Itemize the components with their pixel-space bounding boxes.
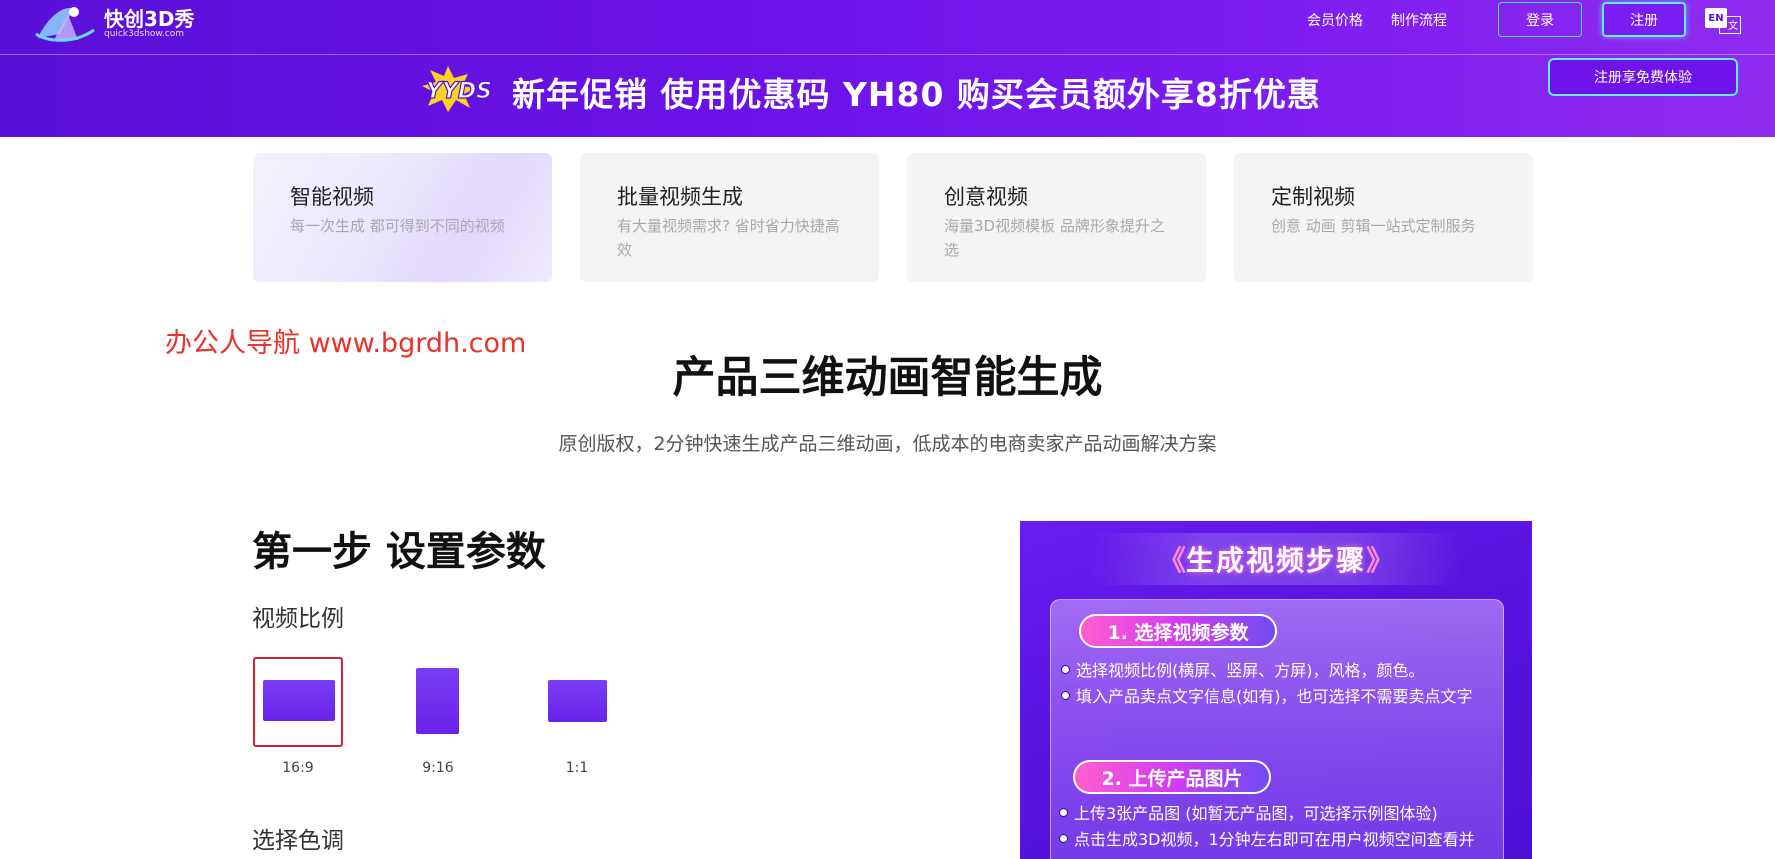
ratio-option-9-16[interactable] [393,657,483,747]
nav-pricing-link[interactable]: 会员价格 [1307,12,1363,30]
page-title: 产品三维动画智能生成 [672,353,1103,403]
bullet-icon [1061,665,1070,674]
card-batch-video[interactable]: 批量视频生成 有大量视频需求? 省时省力快捷高效 [580,153,879,282]
card-custom-video[interactable]: 定制视频 创意 动画 剪辑一站式定制服务 [1234,153,1533,282]
yyds-badge-icon: YYDS [422,66,493,112]
card-title: 定制视频 [1271,185,1355,209]
lang-en-label: EN [1705,8,1727,28]
generation-steps-guide: 《 生成视频步骤 》 1. 选择视频参数 选择视频比例(横屏、竖屏、方屏)，风格… [1020,521,1532,859]
tone-section-label: 选择色调 [252,828,344,854]
logo-icon [35,7,95,42]
card-title: 智能视频 [290,185,374,209]
ratio-label-1-1: 1:1 [565,760,589,776]
ratio-1-1-icon [548,680,607,722]
card-desc: 创意 动画 剪辑一站式定制服务 [1271,217,1476,235]
ratio-section-label: 视频比例 [252,606,344,632]
page-subtitle: 原创版权，2分钟快速生成产品三维动画，低成本的电商卖家产品动画解决方案 [558,433,1217,455]
login-button[interactable]: 登录 [1498,2,1582,37]
language-switch-icon[interactable]: 文 EN [1705,8,1745,34]
ratio-option-1-1[interactable] [532,657,622,747]
guide-title: 生成视频步骤 [1185,544,1366,577]
logo-text: 快创3D秀 [104,7,195,31]
bullet-icon [1059,808,1068,817]
card-title: 批量视频生成 [617,185,743,209]
guide-step2-item-text: 点击生成3D视频，1分钟左右即可在用户视频空间查看并 [1074,830,1475,849]
card-creative-video[interactable]: 创意视频 海量3D视频模板 品牌形象提升之选 [907,153,1206,282]
guide-header: 《 生成视频步骤 》 [1020,533,1532,585]
chevron-right-icon: 》 [1366,544,1395,577]
nav-process-link[interactable]: 制作流程 [1391,12,1447,30]
guide-step1-pill: 1. 选择视频参数 [1079,614,1277,648]
guide-step1-item: 选择视频比例(横屏、竖屏、方屏)，风格，颜色。 [1061,660,1491,682]
ratio-label-16-9: 16:9 [282,760,314,776]
guide-content-panel: 1. 选择视频参数 选择视频比例(横屏、竖屏、方屏)，风格，颜色。 填入产品卖点… [1050,599,1504,859]
logo-subtext: quick3dshow.com [104,29,185,39]
ratio-9-16-icon [416,668,459,734]
logo-text-block: 快创3D秀 quick3dshow.com [104,9,195,39]
register-button[interactable]: 注册 [1602,2,1686,37]
guide-step1-item: 填入产品卖点文字信息(如有)，也可选择不需要卖点文字 [1061,686,1483,708]
card-smart-video[interactable]: 智能视频 每一次生成 都可得到不同的视频 [253,153,552,282]
card-desc: 每一次生成 都可得到不同的视频 [290,217,505,235]
site-logo[interactable]: 快创3D秀 quick3dshow.com [34,4,195,44]
ratio-label-9-16: 9:16 [422,760,454,776]
guide-step1-item-text: 填入产品卖点文字信息(如有)，也可选择不需要卖点文字 [1076,687,1473,706]
guide-step2-pill: 2. 上传产品图片 [1073,760,1271,794]
bullet-icon [1061,691,1070,700]
step-title: 第一步 设置参数 [252,529,546,575]
free-trial-button[interactable]: 注册享免费体验 [1548,58,1738,96]
header-divider [0,54,1775,55]
yyds-badge-text: YYDS [426,79,492,104]
guide-step2-item-text: 上传3张产品图 (如暂无产品图，可选择示例图体验) [1074,804,1438,823]
guide-step1-item-text: 选择视频比例(横屏、竖屏、方屏)，风格，颜色。 [1076,661,1425,680]
card-desc: 有大量视频需求? 省时省力快捷高效 [617,217,840,259]
guide-step2-item: 点击生成3D视频，1分钟左右即可在用户视频空间查看并 [1059,829,1489,851]
ratio-16-9-icon [263,680,335,721]
guide-step2-item: 上传3张产品图 (如暂无产品图，可选择示例图体验) [1059,803,1489,825]
bullet-icon [1059,834,1068,843]
chevron-left-icon: 《 [1157,544,1186,577]
ratio-option-16-9[interactable] [253,657,343,747]
card-title: 创意视频 [944,185,1028,209]
promo-text: 新年促销 使用优惠码 YH80 购买会员额外享8折优惠 [512,75,1321,114]
card-desc: 海量3D视频模板 品牌形象提升之选 [944,217,1165,259]
